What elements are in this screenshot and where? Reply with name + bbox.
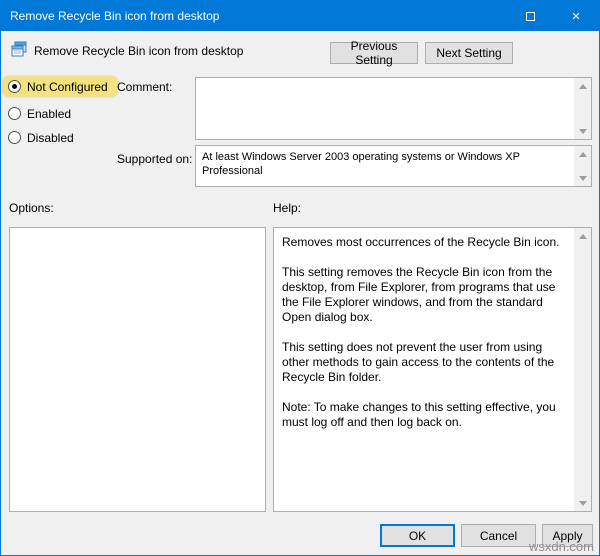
scroll-down-icon[interactable]: [574, 170, 591, 186]
help-paragraph: Removes most occurrences of the Recycle …: [282, 235, 560, 249]
maximize-button[interactable]: [507, 1, 553, 31]
radio-label: Not Configured: [27, 79, 108, 94]
radio-icon[interactable]: [8, 107, 21, 120]
supported-on-label: Supported on:: [117, 152, 193, 166]
next-setting-button[interactable]: Next Setting: [425, 42, 513, 64]
supported-on-value: At least Windows Server 2003 operating s…: [202, 151, 520, 177]
help-paragraph: This setting does not prevent the user f…: [282, 340, 555, 384]
supported-scrollbar[interactable]: [574, 146, 591, 186]
options-panel: [9, 227, 266, 512]
radio-option-not-configured[interactable]: Not Configured: [3, 77, 117, 96]
previous-setting-button[interactable]: Previous Setting: [330, 39, 418, 67]
radio-label: Enabled: [27, 106, 72, 121]
close-icon: ×: [571, 7, 581, 25]
window-title: Remove Recycle Bin icon from desktop: [10, 9, 220, 23]
watermark: wsxdn.com: [528, 539, 594, 554]
close-button[interactable]: ×: [553, 1, 599, 31]
help-paragraph: This setting removes the Recycle Bin ico…: [282, 265, 556, 324]
help-panel: Removes most occurrences of the Recycle …: [273, 227, 592, 512]
comment-scrollbar[interactable]: [574, 78, 591, 139]
policy-setting-icon: [11, 41, 27, 57]
scroll-up-icon[interactable]: [574, 146, 591, 162]
policy-setting-dialog: Remove Recycle Bin icon from desktop × R…: [0, 0, 600, 556]
radio-option-enabled[interactable]: Enabled: [8, 104, 71, 123]
scroll-down-icon[interactable]: [574, 123, 591, 139]
help-paragraph: Note: To make changes to this setting ef…: [282, 400, 556, 429]
radio-icon[interactable]: [8, 131, 21, 144]
options-label: Options:: [9, 201, 54, 215]
radio-option-disabled[interactable]: Disabled: [8, 128, 74, 147]
help-scrollbar[interactable]: [574, 228, 591, 511]
supported-on-box: At least Windows Server 2003 operating s…: [195, 145, 592, 187]
setting-title: Remove Recycle Bin icon from desktop: [34, 44, 244, 58]
comment-input[interactable]: [195, 77, 592, 140]
help-label: Help:: [273, 201, 302, 215]
scroll-down-icon[interactable]: [574, 495, 591, 511]
radio-icon[interactable]: [8, 80, 21, 93]
comment-label: Comment:: [117, 80, 173, 94]
titlebar: Remove Recycle Bin icon from desktop ×: [1, 1, 599, 31]
cancel-button[interactable]: Cancel: [461, 524, 536, 547]
ok-button[interactable]: OK: [380, 524, 455, 547]
scroll-up-icon[interactable]: [574, 78, 591, 94]
scroll-up-icon[interactable]: [574, 228, 591, 244]
maximize-icon: [525, 11, 535, 21]
radio-label: Disabled: [27, 130, 74, 145]
help-text: Removes most occurrences of the Recycle …: [274, 228, 574, 452]
